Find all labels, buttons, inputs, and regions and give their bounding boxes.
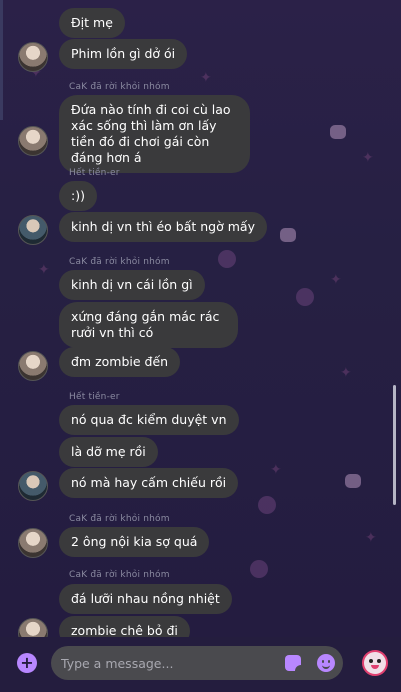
message-bubble[interactable]: 2 ông nội kia sợ quá <box>59 527 210 557</box>
chat-thread[interactable]: ✦ ✦ ✦ ✦ ✦ ✦ ✦ ✦ Địt mẹ Phim lồn gì dở ói… <box>0 0 401 637</box>
avatar[interactable] <box>18 215 48 245</box>
system-notice: CaK đã rời khỏi nhóm <box>69 82 170 92</box>
message-bubble[interactable]: Địt mẹ <box>59 8 125 38</box>
flower-decoration-icon <box>258 496 276 514</box>
star-decoration-icon: ✦ <box>270 462 282 478</box>
left-edge-line <box>0 0 3 120</box>
avatar[interactable] <box>18 42 48 72</box>
plus-circle-icon[interactable]: + <box>17 653 37 673</box>
message-bubble[interactable]: kinh dị vn thì éo bất ngờ mấy <box>59 212 267 242</box>
flower-decoration-icon <box>296 288 314 306</box>
flower-decoration-icon <box>250 560 268 578</box>
system-notice: CaK đã rời khỏi nhóm <box>69 514 170 524</box>
sender-name: Hết tiền-er <box>69 168 120 178</box>
message-bubble[interactable]: là dỡ mẹ rồi <box>59 437 158 467</box>
avatar[interactable] <box>18 351 48 381</box>
star-decoration-icon: ✦ <box>200 70 212 86</box>
avatar[interactable] <box>18 471 48 501</box>
message-bubble[interactable]: kinh dị vn cái lồn gì <box>59 270 205 300</box>
star-decoration-icon: ✦ <box>38 262 50 278</box>
star-decoration-icon: ✦ <box>330 272 342 288</box>
message-bubble[interactable]: đm zombie đến <box>59 347 181 377</box>
heart-decoration-icon <box>330 125 346 139</box>
message-input[interactable] <box>61 654 271 672</box>
custom-reaction-icon[interactable] <box>362 650 388 676</box>
star-decoration-icon: ✦ <box>340 365 352 381</box>
message-bubble[interactable]: :)) <box>59 181 97 211</box>
avatar[interactable] <box>18 528 48 558</box>
message-composer: + <box>0 637 401 692</box>
message-bubble[interactable]: nó qua đc kiểm duyệt vn <box>59 405 239 435</box>
message-bubble[interactable]: đá lưỡi nhau nồng nhiệt <box>59 584 232 614</box>
heart-decoration-icon <box>280 228 296 242</box>
message-bubble[interactable]: nó mà hay cấm chiếu rồi <box>59 468 239 498</box>
smile-icon[interactable] <box>317 654 335 672</box>
avatar[interactable] <box>18 126 48 156</box>
system-notice: CaK đã rời khỏi nhóm <box>69 257 170 267</box>
avatar[interactable] <box>18 618 48 637</box>
message-bubble[interactable]: Phim lồn gì dở ói <box>59 39 188 69</box>
message-bubble[interactable]: Đứa nào tính đi coi cù lao xác sống thì … <box>59 95 250 173</box>
star-decoration-icon: ✦ <box>365 530 377 546</box>
star-decoration-icon: ✦ <box>362 150 374 166</box>
flower-decoration-icon <box>218 250 236 268</box>
system-notice: CaK đã rời khỏi nhóm <box>69 570 170 580</box>
message-bubble[interactable]: zombie chê bỏ đi <box>59 616 190 637</box>
message-input-wrapper[interactable] <box>51 646 343 680</box>
scrollbar-thumb[interactable] <box>393 385 396 505</box>
sticker-icon[interactable] <box>285 655 301 671</box>
message-bubble[interactable]: xứng đáng gắn mác rác rưởi vn thì có <box>59 302 238 348</box>
heart-decoration-icon <box>345 474 361 488</box>
sender-name: Hết tiền-er <box>69 392 120 402</box>
